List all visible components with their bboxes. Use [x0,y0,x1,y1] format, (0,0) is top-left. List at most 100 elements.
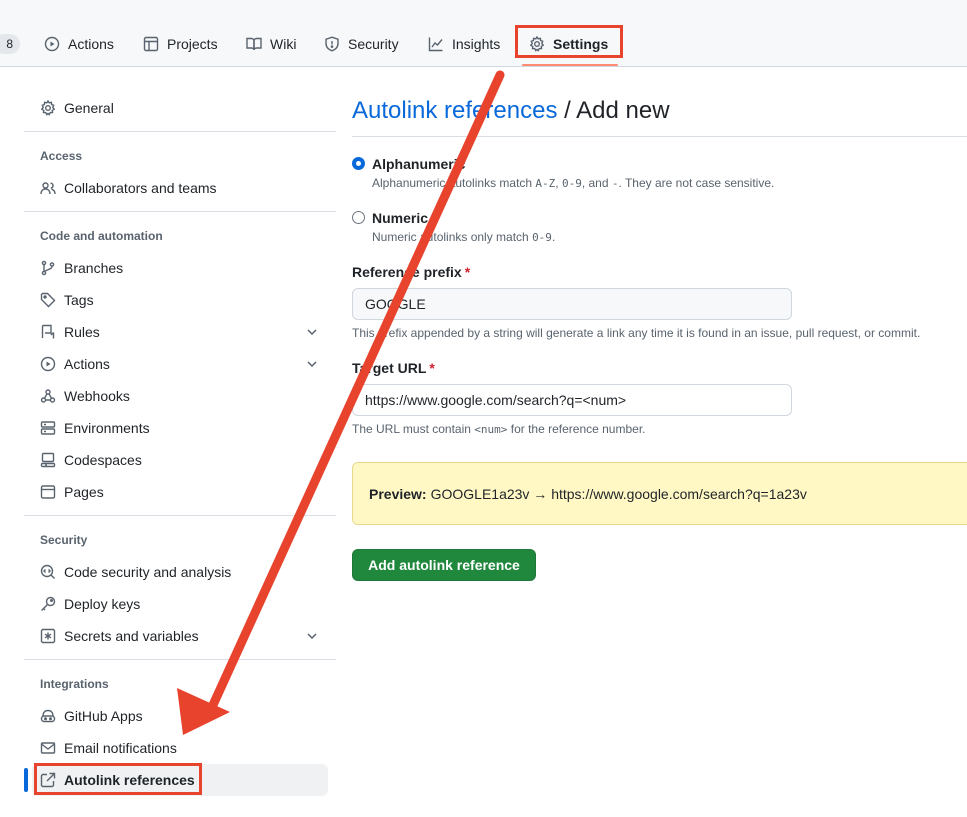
mail-icon [40,740,56,756]
sidebar-item-label: Secrets and variables [64,628,199,644]
radio-label: Numeric [372,210,429,226]
asterisk-icon [40,628,56,644]
sidebar-item-label: Code security and analysis [64,564,232,580]
sidebar-item-label: Collaborators and teams [64,180,217,196]
repo-nav: 8 Actions Projects Wiki Security Insight… [0,0,967,67]
format-option-numeric[interactable]: Numeric [352,208,428,228]
sidebar-item-label: GitHub Apps [64,708,143,724]
title-divider [352,136,967,137]
reference-prefix-label: Reference prefix * [352,264,471,280]
chevron-down-icon[interactable] [304,356,320,372]
sidebar-item-label: Pages [64,484,104,500]
browser-icon [40,484,56,500]
sidebar-heading-code-automation: Code and automation [40,229,163,243]
gear-icon [40,100,56,116]
pull-requests-counter: 8 [0,34,20,54]
reference-prefix-hint: This prefix appended by a string will ge… [352,326,921,340]
git-branch-icon [40,260,56,276]
server-icon [40,420,56,436]
codescan-icon [40,564,56,580]
tag-icon [40,292,56,308]
repo-push-icon [40,324,56,340]
graph-icon [428,36,444,52]
target-url-label: Target URL * [352,360,435,376]
sidebar-item-pages[interactable]: Pages [32,476,328,508]
tab-projects[interactable]: Projects [143,28,218,60]
tab-security[interactable]: Security [324,28,399,60]
play-icon [44,36,60,52]
tab-label: Security [348,36,399,52]
page-title: Autolink references / Add new [352,94,670,128]
preview-text: GOOGLE1a23v → https://www.google.com/sea… [430,485,807,502]
sidebar-item-webhooks[interactable]: Webhooks [32,380,328,412]
tab-label: Insights [452,36,501,52]
sidebar-heading-security: Security [40,533,88,547]
sidebar-item-github-apps[interactable]: GitHub Apps [32,700,328,732]
sidebar-item-deploy-keys[interactable]: Deploy keys [32,588,328,620]
webhook-icon [40,388,56,404]
active-item-indicator [24,768,28,792]
sidebar-item-label: Branches [64,260,124,276]
tab-label: Wiki [270,36,297,52]
add-autolink-reference-button[interactable]: Add autolink reference [352,549,536,581]
people-icon [40,180,56,196]
chevron-down-icon[interactable] [304,324,320,340]
sidebar-divider [24,131,336,132]
table-icon [143,36,159,52]
radio-label: Alphanumeric [372,156,466,172]
sidebar-item-general[interactable]: General [32,92,328,124]
sidebar-item-label: Email notifications [64,740,177,756]
settings-highlight-box [515,25,623,58]
tab-label: Projects [167,36,218,52]
sidebar-item-label: Rules [64,324,100,340]
reference-prefix-input[interactable]: GOOGLE [352,288,792,320]
sidebar-divider [24,659,336,660]
sidebar-item-label: Actions [64,356,110,372]
required-mark: * [429,360,435,376]
sidebar-item-label: Tags [64,292,94,308]
target-url-input[interactable]: https://www.google.com/search?q=<num> [352,384,792,416]
sidebar-item-label: Deploy keys [64,596,141,612]
autolink-references-link[interactable]: Autolink references [352,97,557,124]
target-url-hint: The URL must contain <num> for the refer… [352,422,646,436]
sidebar-item-label: General [64,100,114,116]
format-option-alphanumeric[interactable]: Alphanumeric [352,154,465,174]
sidebar-item-code-security[interactable]: Code security and analysis [32,556,328,588]
tab-label: Actions [68,36,114,52]
sidebar-item-rules[interactable]: Rules [32,316,328,348]
numeric-note: Numeric autolinks only match 0-9. [372,230,556,244]
sidebar-heading-access: Access [40,149,83,163]
sidebar-divider [24,211,336,212]
radio-numeric[interactable] [352,211,365,224]
sidebar-item-label: Environments [64,420,150,436]
page-title-suffix: / Add new [557,97,670,124]
apps-icon [40,708,56,724]
selected-tab-underline [522,64,618,66]
required-mark: * [464,264,471,280]
sidebar-heading-integrations: Integrations [40,677,109,691]
alphanumeric-note: Alphanumeric autolinks match A-Z, 0-9, a… [372,176,775,190]
preview-label: Preview: [369,485,427,502]
sidebar-item-label: Webhooks [64,388,130,404]
sidebar-item-collaborators[interactable]: Collaborators and teams [32,172,328,204]
tab-wiki[interactable]: Wiki [246,28,296,60]
autolink-highlight-box [34,763,202,795]
shield-icon [324,36,340,52]
preview-box: Preview: GOOGLE1a23v → https://www.googl… [352,462,967,525]
codespaces-icon [40,452,56,468]
play-icon [40,356,56,372]
sidebar-item-branches[interactable]: Branches [32,252,328,284]
chevron-down-icon[interactable] [304,628,320,644]
sidebar-divider [24,515,336,516]
sidebar-item-codespaces[interactable]: Codespaces [32,444,328,476]
book-icon [246,36,262,52]
sidebar-item-environments[interactable]: Environments [32,412,328,444]
tab-insights[interactable]: Insights [428,28,500,60]
radio-alphanumeric[interactable] [352,157,365,170]
sidebar-item-label: Codespaces [64,452,142,468]
sidebar-item-actions[interactable]: Actions [32,348,328,380]
tab-actions[interactable]: Actions [44,28,114,60]
sidebar-item-secrets[interactable]: Secrets and variables [32,620,328,652]
sidebar-item-email-notifications[interactable]: Email notifications [32,732,328,764]
sidebar-item-tags[interactable]: Tags [32,284,328,316]
